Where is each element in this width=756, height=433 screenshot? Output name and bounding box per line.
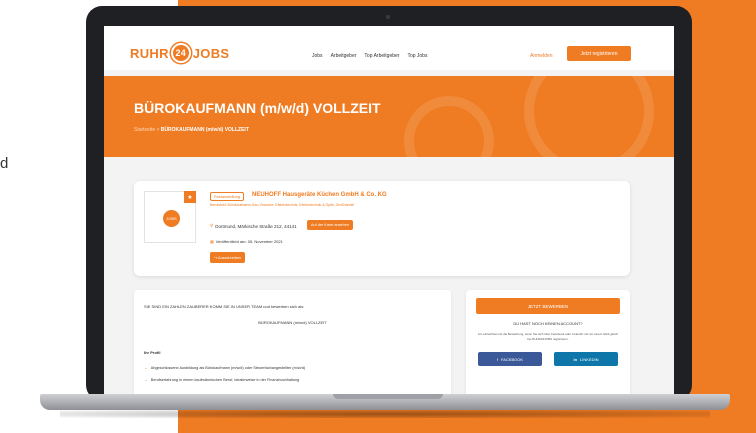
share-button-label: Ausschreiben bbox=[218, 256, 242, 260]
laptop-camera bbox=[386, 15, 390, 19]
stage: d RUHR 24 JOBS Jobs Arbeitgeber Top Arbe… bbox=[0, 0, 756, 433]
page-title: BÜROKAUFMANN (m/w/d) VOLLZEIT bbox=[134, 100, 381, 116]
description-position: BÜROKAUFMANN (m/w/d) VOLLZEIT bbox=[258, 320, 327, 325]
facebook-label: FACEBOOK bbox=[501, 356, 524, 362]
view-map-button[interactable]: Auf der Karte ansehen bbox=[307, 220, 353, 230]
login-link[interactable]: Anmelden bbox=[530, 53, 553, 59]
logo-right-text: JOBS bbox=[192, 45, 230, 61]
side-text-fragment: d bbox=[0, 155, 9, 172]
nav-item-arbeitgeber[interactable]: Arbeitgeber bbox=[331, 53, 357, 59]
profile-heading: Ihr Profil bbox=[144, 350, 161, 355]
register-button[interactable]: Jetzt registrieren bbox=[567, 46, 631, 61]
logo-left-text: RUHR bbox=[130, 45, 169, 61]
list-item-text: Berufserfahrung in einem kaufmännischen … bbox=[150, 378, 300, 382]
arrow-right-icon: → bbox=[144, 366, 148, 370]
employment-type-badge: Festanstellung bbox=[210, 192, 245, 201]
job-tags: Berufsbild: Bürokaufmann/-frau, Branche:… bbox=[210, 203, 355, 207]
facebook-login-button[interactable]: f FACEBOOK bbox=[478, 352, 542, 366]
laptop-shadow bbox=[60, 410, 710, 418]
location-pin-icon: ⚲ bbox=[210, 223, 214, 228]
site-header: RUHR 24 JOBS Jobs Arbeitgeber Top Arbeit… bbox=[104, 26, 674, 70]
breadcrumb: Startseite > BÜROKAUFMANN (m/w/d) VOLLZE… bbox=[134, 127, 249, 133]
list-item: → Berufserfahrung in einem kaufmännischen… bbox=[144, 378, 299, 382]
publish-date: ▦ Veröffentlicht am: 05. November 2021 bbox=[210, 239, 283, 244]
job-description: SIE SIND EIN ZAHLEN ZAUBERER KOMM SIE IN… bbox=[134, 290, 451, 394]
banner-decor-ring bbox=[404, 96, 494, 157]
facebook-icon: f bbox=[496, 356, 499, 362]
nav-item-jobs[interactable]: Jobs bbox=[312, 53, 323, 59]
company-logo[interactable]: JOBS ★ bbox=[144, 191, 196, 243]
share-button[interactable]: ↪ Ausschreiben bbox=[210, 252, 246, 263]
laptop-notch bbox=[333, 394, 443, 399]
company-name-link[interactable]: NEUHOFF Hausgeräte Küchen GmbH & Co. KG bbox=[252, 192, 387, 198]
social-login-hint: Am einfachsten ist die Bewerbung, wenn S… bbox=[477, 332, 619, 341]
calendar-icon: ▦ bbox=[210, 239, 214, 244]
job-card: JOBS ★ Festanstellung NEUHOFF Hausgeräte… bbox=[134, 181, 630, 276]
site-logo[interactable]: RUHR 24 JOBS bbox=[130, 43, 229, 63]
company-logo-mark: JOBS bbox=[163, 210, 180, 227]
description-intro: SIE SIND EIN ZAHLEN ZAUBERER KOMM SIE IN… bbox=[144, 304, 305, 309]
apply-panel: JETZT BEWERBEN DU HAST NOCH KEINEN ACCOU… bbox=[466, 290, 630, 394]
linkedin-login-button[interactable]: in LINKEDIN bbox=[554, 352, 618, 366]
publish-date-text: Veröffentlicht am: 05. November 2021 bbox=[215, 239, 283, 244]
breadcrumb-home[interactable]: Startseite bbox=[134, 127, 155, 133]
nav-item-top-jobs[interactable]: Top Jobs bbox=[407, 53, 427, 59]
no-account-heading: DU HAST NOCH KEINEN ACCOUNT? bbox=[513, 321, 583, 326]
location-text: Dortmund, Märkische Straße 212, 44141 bbox=[215, 223, 297, 229]
arrow-right-icon: → bbox=[144, 378, 148, 382]
apply-now-button[interactable]: JETZT BEWERBEN bbox=[476, 298, 620, 314]
star-icon: ★ bbox=[184, 191, 196, 203]
list-item: → Abgeschlossene Ausbildung als Bürokaufm… bbox=[144, 366, 305, 370]
page-banner: BÜROKAUFMANN (m/w/d) VOLLZEIT Startseite… bbox=[104, 76, 674, 157]
list-item-text: Abgeschlossene Ausbildung als Bürokaufma… bbox=[150, 366, 306, 370]
job-location: ⚲ Dortmund, Märkische Straße 212, 44141 bbox=[210, 223, 297, 229]
laptop-screen: RUHR 24 JOBS Jobs Arbeitgeber Top Arbeit… bbox=[104, 26, 674, 394]
nav-item-top-arbeitgeber[interactable]: Top Arbeitgeber bbox=[364, 53, 399, 59]
banner-decor-ring bbox=[524, 76, 654, 157]
main-nav: Jobs Arbeitgeber Top Arbeitgeber Top Job… bbox=[312, 53, 427, 59]
breadcrumb-current: BÜROKAUFMANN (m/w/d) VOLLZEIT bbox=[160, 127, 249, 133]
linkedin-icon: in bbox=[573, 356, 578, 362]
linkedin-label: LINKEDIN bbox=[580, 356, 599, 362]
logo-number-badge: 24 bbox=[170, 43, 191, 63]
